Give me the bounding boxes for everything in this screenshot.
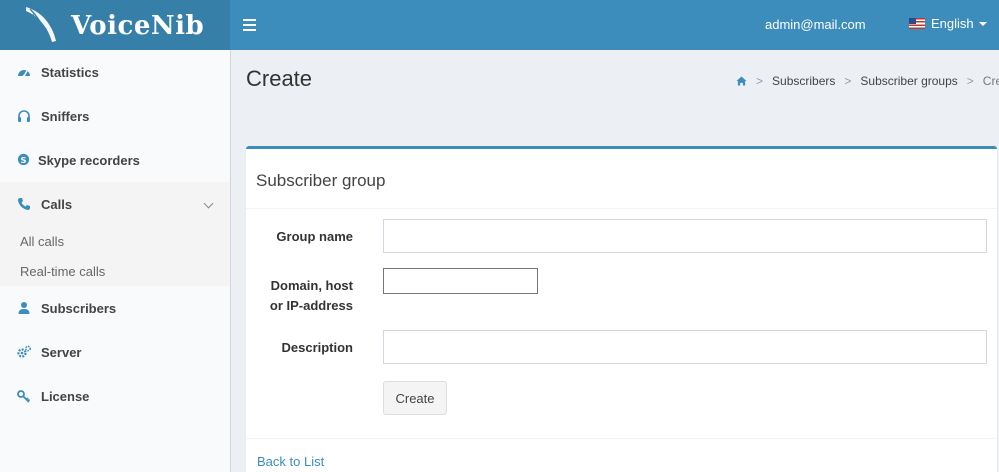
box-title: Subscriber group <box>256 171 386 190</box>
language-dropdown[interactable]: English <box>909 16 987 31</box>
sidebar-item-label: Subscribers <box>41 300 117 316</box>
svg-text:S: S <box>20 155 26 165</box>
domain-label-line1: Domain, host <box>270 278 353 293</box>
breadcrumb-separator: > <box>844 74 852 88</box>
language-label: English <box>931 16 974 31</box>
sidebar-item-label: Server <box>41 344 82 360</box>
subscriber-group-form-box: Subscriber group Group name Domain, host… <box>246 146 997 472</box>
calls-submenu: All calls Real-time calls <box>0 226 230 286</box>
breadcrumb-subscriber-groups[interactable]: Subscriber groups <box>860 74 957 88</box>
user-email[interactable]: admin@mail.com <box>765 17 866 32</box>
breadcrumb-create: Create <box>982 74 999 88</box>
gears-icon <box>17 345 31 358</box>
sidebar-item-skype-recorders[interactable]: S Skype recorders <box>0 138 230 182</box>
box-header-divider <box>246 208 997 209</box>
logo[interactable]: VoiceNib <box>0 0 230 50</box>
breadcrumb: > Subscribers > Subscriber groups > Crea… <box>736 74 999 88</box>
domain-input[interactable] <box>383 268 538 294</box>
breadcrumb-separator: > <box>756 74 764 88</box>
submenu-item-real-time-calls[interactable]: Real-time calls <box>20 264 105 279</box>
sidebar-item-license[interactable]: License <box>0 374 230 418</box>
sidebar-item-label: License <box>41 388 90 404</box>
breadcrumb-subscribers[interactable]: Subscribers <box>772 74 835 88</box>
phone-icon <box>18 198 30 210</box>
breadcrumb-separator: > <box>966 74 974 88</box>
sidebar-item-label: Statistics <box>41 64 99 80</box>
us-flag-icon <box>909 18 925 29</box>
domain-label-line2: or IP-address <box>269 298 353 313</box>
user-icon <box>18 302 30 314</box>
caret-down-icon <box>978 21 987 26</box>
group-name-input[interactable] <box>383 219 987 253</box>
feather-pen-icon <box>26 7 56 42</box>
sidebar-item-label: Calls <box>41 196 73 212</box>
box-footer-divider <box>246 438 997 439</box>
description-label: Description <box>281 340 353 355</box>
headphones-icon <box>18 110 30 122</box>
key-icon <box>17 390 31 403</box>
description-input[interactable] <box>383 330 987 364</box>
sidebar-item-sniffers[interactable]: Sniffers <box>0 94 230 138</box>
logo-text: VoiceNib <box>71 11 205 41</box>
back-to-list-link[interactable]: Back to List <box>257 454 324 469</box>
group-name-label: Group name <box>276 229 353 244</box>
sidebar: Statistics Sniffers S Skype recorders Ca… <box>0 50 231 472</box>
chevron-down-icon <box>203 198 214 209</box>
page-title: Create <box>246 66 313 91</box>
sidebar-item-subscribers[interactable]: Subscribers <box>0 286 230 330</box>
sidebar-item-server[interactable]: Server <box>0 330 230 374</box>
create-button[interactable]: Create <box>383 381 447 415</box>
sidebar-toggle-button[interactable] <box>243 16 259 34</box>
sidebar-item-label: Sniffers <box>41 108 90 124</box>
sidebar-item-statistics[interactable]: Statistics <box>0 50 230 94</box>
domain-label: Domain, host or IP-address <box>270 276 353 316</box>
submenu-item-all-calls[interactable]: All calls <box>20 234 64 249</box>
dashboard-icon <box>18 70 30 78</box>
sidebar-item-label: Skype recorders <box>38 152 140 168</box>
sidebar-item-calls[interactable]: Calls <box>0 182 230 226</box>
top-navbar: VoiceNib admin@mail.com English <box>0 0 999 50</box>
home-icon[interactable] <box>736 76 747 86</box>
skype-icon: S <box>17 153 30 166</box>
